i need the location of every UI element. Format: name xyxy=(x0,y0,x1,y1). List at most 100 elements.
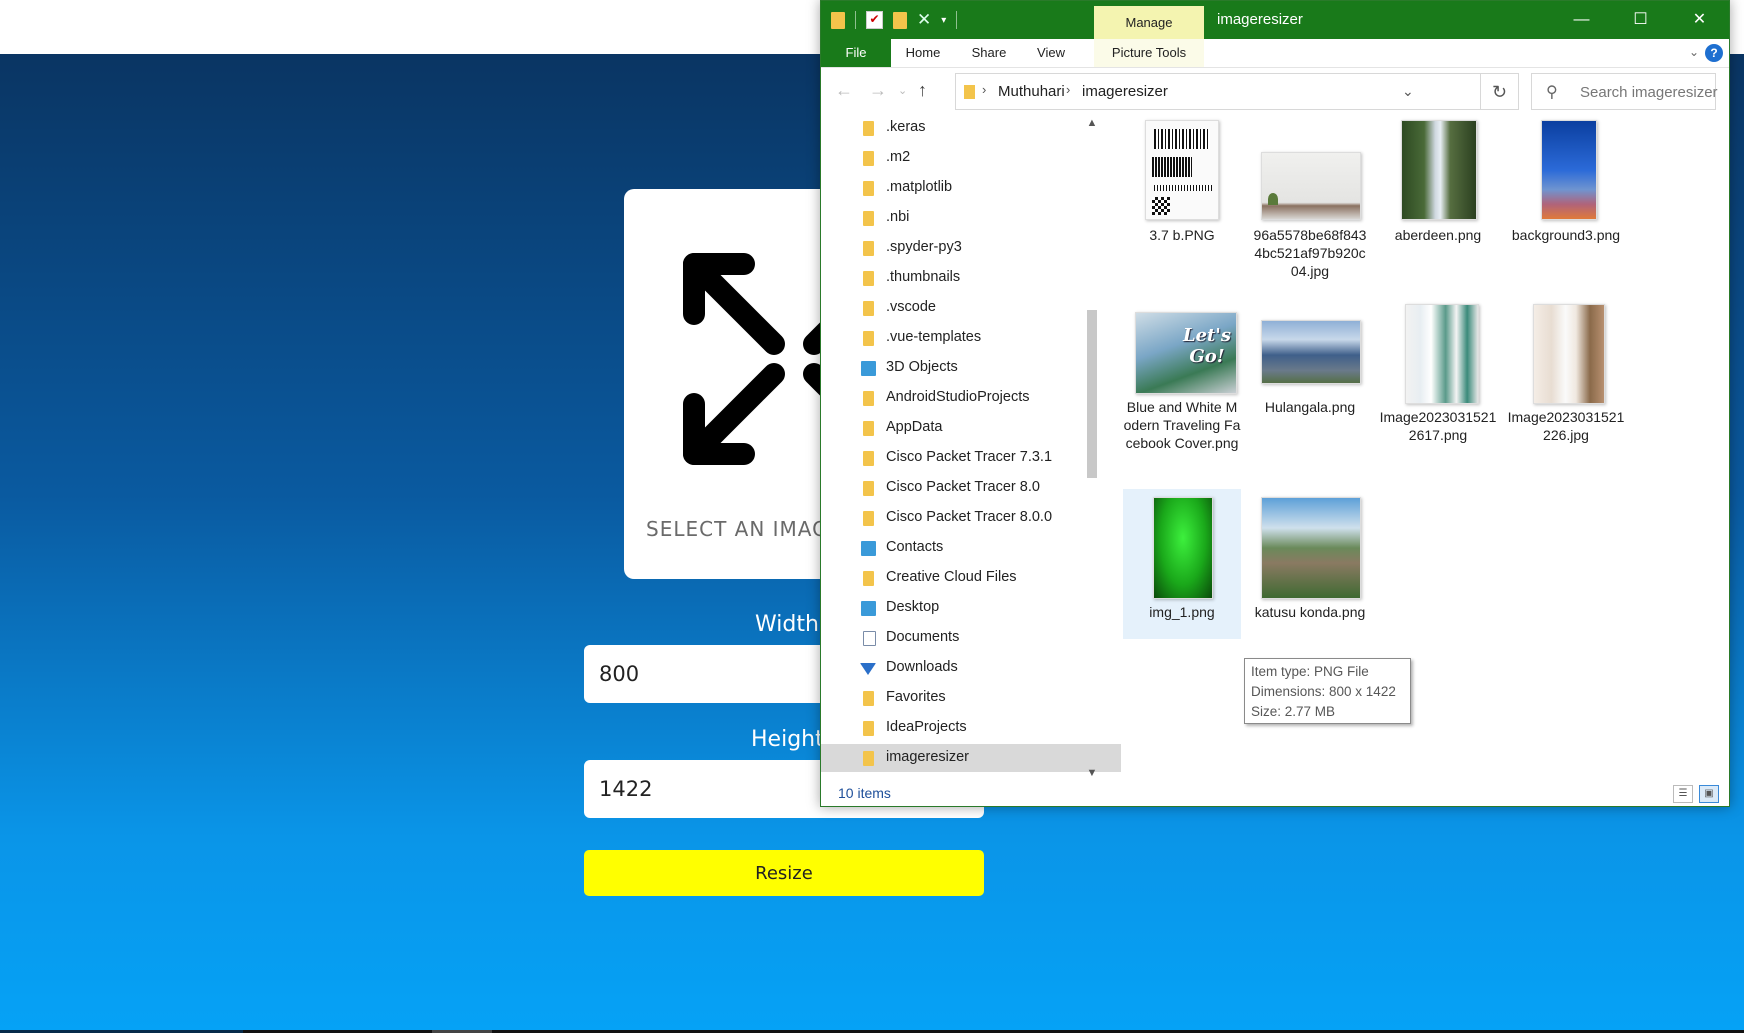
folder-icon xyxy=(863,271,874,286)
customize-toolbar-icon[interactable]: ▾ xyxy=(941,15,946,26)
nav-item[interactable]: .matplotlib xyxy=(821,174,1121,202)
nav-item[interactable]: Documents xyxy=(821,624,1121,652)
nav-item-label: AppData xyxy=(886,419,943,435)
height-label: Height xyxy=(751,727,824,752)
folder-icon xyxy=(863,121,874,136)
nav-item-label: Cisco Packet Tracer 8.0.0 xyxy=(886,509,1053,525)
help-icon[interactable]: ? xyxy=(1705,44,1723,62)
minimize-icon[interactable]: — xyxy=(1552,1,1611,39)
nav-item-label: Creative Cloud Files xyxy=(886,569,1017,585)
scroll-down-icon[interactable]: ▼ xyxy=(1083,764,1101,782)
nav-item[interactable]: Desktop xyxy=(821,594,1121,622)
nav-item[interactable]: Cisco Packet Tracer 7.3.1 xyxy=(821,444,1121,472)
file-item[interactable]: 3.7 b.PNG xyxy=(1123,114,1241,274)
folder-icon xyxy=(863,751,874,766)
refresh-icon[interactable]: ↻ xyxy=(1481,73,1519,110)
nav-item[interactable]: Cisco Packet Tracer 8.0.0 xyxy=(821,504,1121,532)
file-item[interactable]: katusu konda.png xyxy=(1251,489,1369,629)
navigation-pane: .keras .m2 .matplotlib .nbi .spyder-py3 .thum… xyxy=(821,114,1121,782)
nav-item[interactable]: AppData xyxy=(821,414,1121,442)
doctors-thumbnail xyxy=(1405,304,1479,404)
file-name: katusu konda.png xyxy=(1254,604,1366,620)
breadcrumb-imageresizer[interactable]: imageresizer xyxy=(1082,83,1168,100)
nav-item[interactable]: .vue-templates xyxy=(821,324,1121,352)
new-folder-icon[interactable] xyxy=(893,11,907,29)
search-input[interactable]: ⚲ Search imageresizer xyxy=(1531,73,1718,110)
tooltip-dimensions: Dimensions: 800 x 1422 xyxy=(1251,684,1396,699)
tab-view[interactable]: View xyxy=(1021,39,1081,67)
folder-icon xyxy=(863,331,874,346)
nav-item[interactable]: Contacts xyxy=(821,534,1121,562)
group-photo-thumbnail xyxy=(1261,320,1361,384)
nav-item[interactable]: Creative Cloud Files xyxy=(821,564,1121,592)
nav-item[interactable]: .thumbnails xyxy=(821,264,1121,292)
nav-item[interactable]: Favorites xyxy=(821,684,1121,712)
maximize-icon[interactable]: ☐ xyxy=(1611,1,1670,39)
tab-home[interactable]: Home xyxy=(893,39,953,67)
file-list: 3.7 b.PNG 96a5578be68f8434bc521af97b920c… xyxy=(1121,114,1729,782)
doctor-thumbnail xyxy=(1533,304,1605,404)
nav-item-label: .vscode xyxy=(886,299,936,315)
file-name: background3.png xyxy=(1511,227,1621,243)
nav-item-label: Contacts xyxy=(886,539,944,555)
back-arrow-icon[interactable]: ← xyxy=(835,80,853,101)
nav-pane-scrollbar[interactable]: ▲ ▼ xyxy=(1083,114,1101,782)
nav-item[interactable]: 3D Objects xyxy=(821,354,1121,382)
manage-tab[interactable]: Manage xyxy=(1094,6,1204,39)
nav-item[interactable]: .spyder-py3 xyxy=(821,234,1121,262)
nav-item[interactable]: IdeaProjects xyxy=(821,714,1121,742)
select-image-label: SELECT AN IMAGE xyxy=(646,517,843,541)
nav-item[interactable]: Cisco Packet Tracer 8.0 xyxy=(821,474,1121,502)
file-item[interactable]: background3.png xyxy=(1507,114,1625,254)
file-item[interactable]: aberdeen.png xyxy=(1379,114,1497,254)
background-thumbnail xyxy=(1541,120,1597,220)
nav-item[interactable]: .keras xyxy=(821,114,1121,142)
title-bar: ✔ ✕ ▾ Manage imageresizer — ☐ ✕ xyxy=(821,1,1729,39)
delete-icon[interactable]: ✕ xyxy=(917,11,931,29)
mountain-thumbnail xyxy=(1261,497,1361,599)
file-item[interactable]: Let's Go! Blue and White Modern Travelin… xyxy=(1123,304,1241,469)
tab-picture-tools[interactable]: Picture Tools xyxy=(1094,39,1204,67)
up-arrow-icon[interactable]: ↑ xyxy=(918,80,927,101)
file-item-selected[interactable]: img_1.png xyxy=(1123,489,1241,639)
file-item[interactable]: Image2023031521226.jpg xyxy=(1507,304,1625,449)
file-item[interactable]: 96a5578be68f8434bc521af97b920c04.jpg xyxy=(1251,114,1369,289)
nav-item[interactable]: AndroidStudioProjects xyxy=(821,384,1121,412)
tooltip-size: Size: 2.77 MB xyxy=(1251,704,1336,719)
folder-icon xyxy=(863,211,874,226)
tab-share[interactable]: Share xyxy=(959,39,1019,67)
file-name: Image2023031521226.jpg xyxy=(1507,409,1625,443)
details-view-icon[interactable]: ☰ xyxy=(1673,785,1693,803)
recent-locations-icon[interactable]: ⌄ xyxy=(898,84,907,97)
large-icons-view-icon[interactable]: ▣ xyxy=(1699,785,1719,803)
nav-item[interactable]: imageresizer xyxy=(821,744,1121,772)
nav-item[interactable]: Downloads xyxy=(821,654,1121,682)
close-icon[interactable]: ✕ xyxy=(1670,1,1729,39)
folder-icon xyxy=(863,391,874,406)
nav-item[interactable]: .vscode xyxy=(821,294,1121,322)
properties-icon[interactable]: ✔ xyxy=(866,11,883,29)
desktop-icon xyxy=(861,601,876,616)
forward-arrow-icon[interactable]: → xyxy=(869,80,887,101)
nav-item-label: .keras xyxy=(886,119,926,135)
folder-icon xyxy=(831,11,845,29)
tab-file[interactable]: File xyxy=(821,39,891,67)
folder-icon xyxy=(863,451,874,466)
scrollbar-thumb[interactable] xyxy=(1087,310,1097,478)
scroll-up-icon[interactable]: ▲ xyxy=(1083,114,1101,132)
breadcrumb-muthuhari[interactable]: Muthuhari xyxy=(998,83,1065,100)
address-bar[interactable]: › Muthuhari › imageresizer ⌄ xyxy=(955,73,1481,110)
resize-button[interactable]: Resize xyxy=(584,850,984,896)
width-label: Width xyxy=(755,612,819,637)
file-name: Hulangala.png xyxy=(1264,399,1356,415)
nav-item-label: .m2 xyxy=(886,149,911,165)
nav-item[interactable]: .m2 xyxy=(821,144,1121,172)
chevron-down-icon[interactable]: ⌄ xyxy=(1402,83,1414,100)
contacts-icon xyxy=(861,541,876,556)
folder-icon xyxy=(863,511,874,526)
expand-ribbon-icon[interactable]: ⌄ xyxy=(1689,45,1699,59)
nav-item[interactable]: .nbi xyxy=(821,204,1121,232)
nav-item-label: Cisco Packet Tracer 8.0 xyxy=(886,479,1040,495)
file-item[interactable]: Image20230315212617.png xyxy=(1379,304,1497,449)
file-item[interactable]: Hulangala.png xyxy=(1251,304,1369,424)
